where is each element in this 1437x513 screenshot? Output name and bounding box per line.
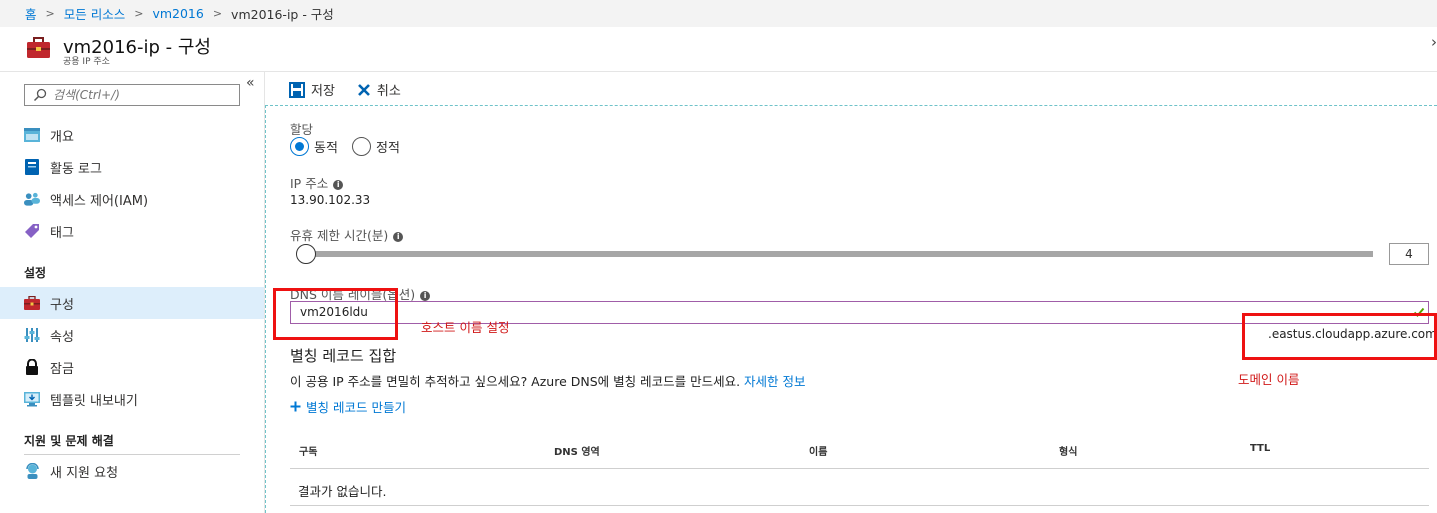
sidebar-item-label: 템플릿 내보내기 bbox=[50, 393, 138, 409]
breadcrumb-separator: > bbox=[212, 7, 223, 20]
radio-dynamic-label: 동적 bbox=[314, 141, 338, 156]
toolbox-icon bbox=[27, 37, 50, 58]
close-icon[interactable]: › bbox=[1431, 33, 1437, 51]
breadcrumb: 홈 > 모든 리소스 > vm2016 > vm2016-ip - 구성 bbox=[0, 0, 1437, 27]
column-header-type[interactable]: 형식 bbox=[1059, 443, 1077, 458]
toolbox-icon bbox=[24, 295, 40, 311]
ip-address-label-text: IP 주소 bbox=[290, 176, 329, 191]
table-divider bbox=[290, 505, 1429, 506]
close-icon bbox=[358, 83, 370, 96]
info-icon[interactable]: i bbox=[333, 180, 344, 190]
command-bar: 저장 취소 bbox=[289, 80, 423, 99]
sidebar-item-label: 활동 로그 bbox=[50, 161, 102, 177]
sidebar-item-label: 속성 bbox=[50, 329, 74, 345]
sidebar-section-support: 지원 및 문제 해결 bbox=[24, 434, 114, 448]
sidebar: « 개요 활동 로그 액세스 제어(IAM) 태그 설정 bbox=[0, 72, 265, 513]
cancel-button[interactable]: 취소 bbox=[357, 80, 401, 99]
empty-results-text: 결과가 없습니다. bbox=[298, 484, 387, 499]
radio-static-label: 정적 bbox=[376, 141, 400, 156]
sidebar-item-label: 액세스 제어(IAM) bbox=[50, 193, 149, 209]
create-alias-record-button[interactable]: 별칭 레코드 만들기 bbox=[290, 397, 406, 416]
sidebar-item-overview[interactable]: 개요 bbox=[0, 119, 264, 151]
collapse-sidebar-icon[interactable]: « bbox=[246, 75, 255, 91]
sidebar-item-label: 개요 bbox=[50, 129, 74, 145]
annotation-box-domain bbox=[1242, 313, 1437, 360]
activity-log-icon bbox=[24, 159, 40, 175]
assignment-label: 할당 bbox=[290, 122, 314, 137]
sidebar-item-tags[interactable]: 태그 bbox=[0, 215, 264, 247]
plus-icon bbox=[290, 401, 301, 412]
sidebar-item-label: 태그 bbox=[50, 225, 74, 241]
sidebar-item-label: 새 지원 요청 bbox=[50, 465, 119, 481]
search-icon bbox=[33, 88, 47, 102]
info-icon[interactable]: i bbox=[393, 232, 404, 242]
sidebar-item-properties[interactable]: 속성 bbox=[0, 319, 264, 351]
column-header-name[interactable]: 이름 bbox=[809, 443, 827, 458]
column-header-ttl[interactable]: TTL bbox=[1250, 443, 1270, 454]
sidebar-section-settings: 설정 bbox=[24, 266, 47, 280]
annotation-host-label: 호스트 이름 설정 bbox=[421, 320, 510, 335]
sidebar-item-label: 잠금 bbox=[50, 361, 74, 377]
alias-description-text: 이 공용 IP 주소를 면밀히 추적하고 싶으세요? Azure DNS에 별칭… bbox=[290, 374, 741, 389]
ip-address-label: IP 주소 i bbox=[290, 173, 344, 192]
idle-timeout-label-text: 유휴 제한 시간(분) bbox=[290, 228, 389, 243]
radio-static[interactable]: 정적 bbox=[352, 137, 400, 156]
export-template-icon bbox=[24, 391, 40, 407]
support-icon bbox=[24, 463, 40, 479]
breadcrumb-separator: > bbox=[134, 7, 144, 20]
save-icon bbox=[289, 81, 305, 98]
sidebar-search[interactable] bbox=[24, 84, 240, 106]
save-button[interactable]: 저장 bbox=[289, 80, 335, 99]
annotation-box-host bbox=[273, 288, 398, 340]
column-header-dns-zone[interactable]: DNS 영역 bbox=[554, 443, 600, 458]
idle-timeout-label: 유휴 제한 시간(분) i bbox=[290, 225, 404, 244]
iam-icon bbox=[24, 191, 40, 207]
breadcrumb-vm2016[interactable]: vm2016 bbox=[152, 6, 203, 21]
sidebar-item-iam[interactable]: 액세스 제어(IAM) bbox=[0, 183, 264, 215]
sidebar-item-export-template[interactable]: 템플릿 내보내기 bbox=[0, 383, 264, 415]
column-header-subscription[interactable]: 구독 bbox=[299, 443, 317, 458]
learn-more-link[interactable]: 자세한 정보 bbox=[744, 374, 805, 389]
page-subtitle: 공용 IP 주소 bbox=[63, 57, 110, 67]
radio-dot bbox=[295, 142, 304, 151]
properties-icon bbox=[24, 327, 40, 343]
idle-timeout-slider-track[interactable] bbox=[305, 251, 1373, 257]
create-alias-label: 별칭 레코드 만들기 bbox=[306, 400, 406, 415]
sidebar-item-label: 구성 bbox=[50, 297, 74, 313]
ip-address-value: 13.90.102.33 bbox=[290, 193, 371, 207]
sidebar-item-configuration[interactable]: 구성 bbox=[0, 287, 264, 319]
table-divider bbox=[290, 468, 1429, 469]
idle-timeout-slider-thumb[interactable] bbox=[296, 244, 316, 264]
sidebar-item-new-support-request[interactable]: 새 지원 요청 bbox=[0, 455, 264, 487]
content-border bbox=[265, 105, 266, 513]
save-label: 저장 bbox=[311, 84, 335, 99]
cancel-label: 취소 bbox=[376, 84, 401, 99]
breadcrumb-separator: > bbox=[45, 7, 55, 20]
alias-description: 이 공용 IP 주소를 면밀히 추적하고 싶으세요? Azure DNS에 별칭… bbox=[290, 371, 806, 390]
radio-dynamic[interactable]: 동적 bbox=[290, 137, 338, 156]
breadcrumb-current: vm2016-ip - 구성 bbox=[231, 7, 334, 22]
radio-circle bbox=[352, 137, 371, 156]
idle-timeout-value-box[interactable]: 4 bbox=[1389, 243, 1429, 265]
radio-circle-checked bbox=[290, 137, 309, 156]
breadcrumb-all-resources[interactable]: 모든 리소스 bbox=[64, 4, 125, 23]
annotation-domain-label: 도메인 이름 bbox=[1238, 372, 1300, 387]
search-input[interactable] bbox=[53, 88, 233, 102]
sidebar-item-activity-log[interactable]: 활동 로그 bbox=[0, 151, 264, 183]
toolbar-divider bbox=[265, 105, 1437, 106]
alias-section-title: 별칭 레코드 집합 bbox=[290, 347, 397, 365]
blade-header: vm2016-ip - 구성 공용 IP 주소 › bbox=[0, 27, 1437, 72]
sidebar-item-locks[interactable]: 잠금 bbox=[0, 351, 264, 383]
tag-icon bbox=[24, 223, 40, 239]
breadcrumb-home[interactable]: 홈 bbox=[25, 4, 37, 23]
lock-icon bbox=[24, 359, 40, 375]
overview-icon bbox=[24, 127, 40, 143]
info-icon[interactable]: i bbox=[420, 291, 431, 301]
